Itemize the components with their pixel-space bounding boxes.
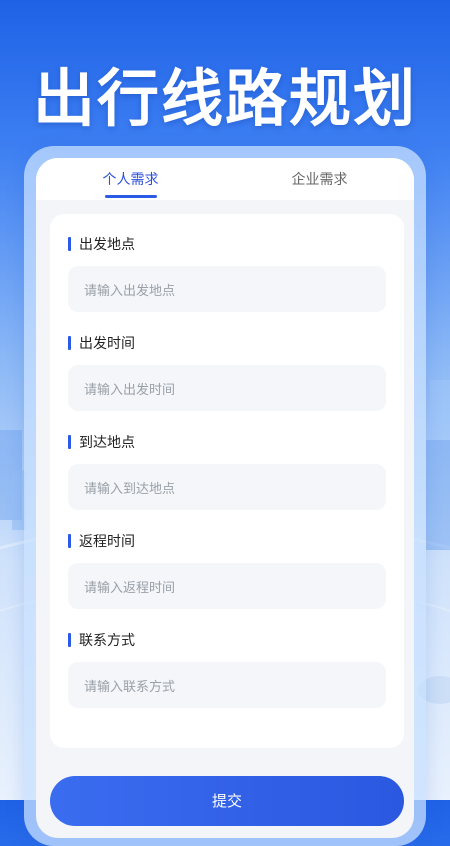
arrival-place-input[interactable]: 请输入到达地点 xyxy=(68,464,386,510)
field-return-time: 返程时间 请输入返程时间 xyxy=(68,531,386,609)
tab-bar: 个人需求 企业需求 xyxy=(36,158,414,200)
label-bar xyxy=(68,534,71,548)
form-panel: 出发地点 请输入出发地点 出发时间 请输入出发时间 到达地点 请输入到达地点 返… xyxy=(50,214,404,748)
label-bar xyxy=(68,336,71,350)
form-card: 个人需求 企业需求 出发地点 请输入出发地点 出发时间 请输入出发时间 到达地点… xyxy=(36,158,414,838)
field-contact: 联系方式 请输入联系方式 xyxy=(68,630,386,708)
departure-time-input[interactable]: 请输入出发时间 xyxy=(68,365,386,411)
contact-input[interactable]: 请输入联系方式 xyxy=(68,662,386,708)
field-departure-place: 出发地点 请输入出发地点 xyxy=(68,234,386,312)
field-label: 到达地点 xyxy=(79,435,135,451)
field-label: 出发地点 xyxy=(79,237,135,253)
field-arrival-place: 到达地点 请输入到达地点 xyxy=(68,432,386,510)
label-bar xyxy=(68,435,71,449)
field-departure-time: 出发时间 请输入出发时间 xyxy=(68,333,386,411)
field-label: 联系方式 xyxy=(79,633,135,649)
label-bar xyxy=(68,237,71,251)
return-time-input[interactable]: 请输入返程时间 xyxy=(68,563,386,609)
tab-enterprise[interactable]: 企业需求 xyxy=(225,158,414,200)
label-bar xyxy=(68,633,71,647)
submit-button[interactable]: 提交 xyxy=(50,776,404,826)
field-label: 返程时间 xyxy=(79,534,135,550)
departure-place-input[interactable]: 请输入出发地点 xyxy=(68,266,386,312)
page-title: 出行线路规划 xyxy=(32,62,417,135)
tab-personal[interactable]: 个人需求 xyxy=(36,158,225,200)
field-label: 出发时间 xyxy=(79,336,135,352)
